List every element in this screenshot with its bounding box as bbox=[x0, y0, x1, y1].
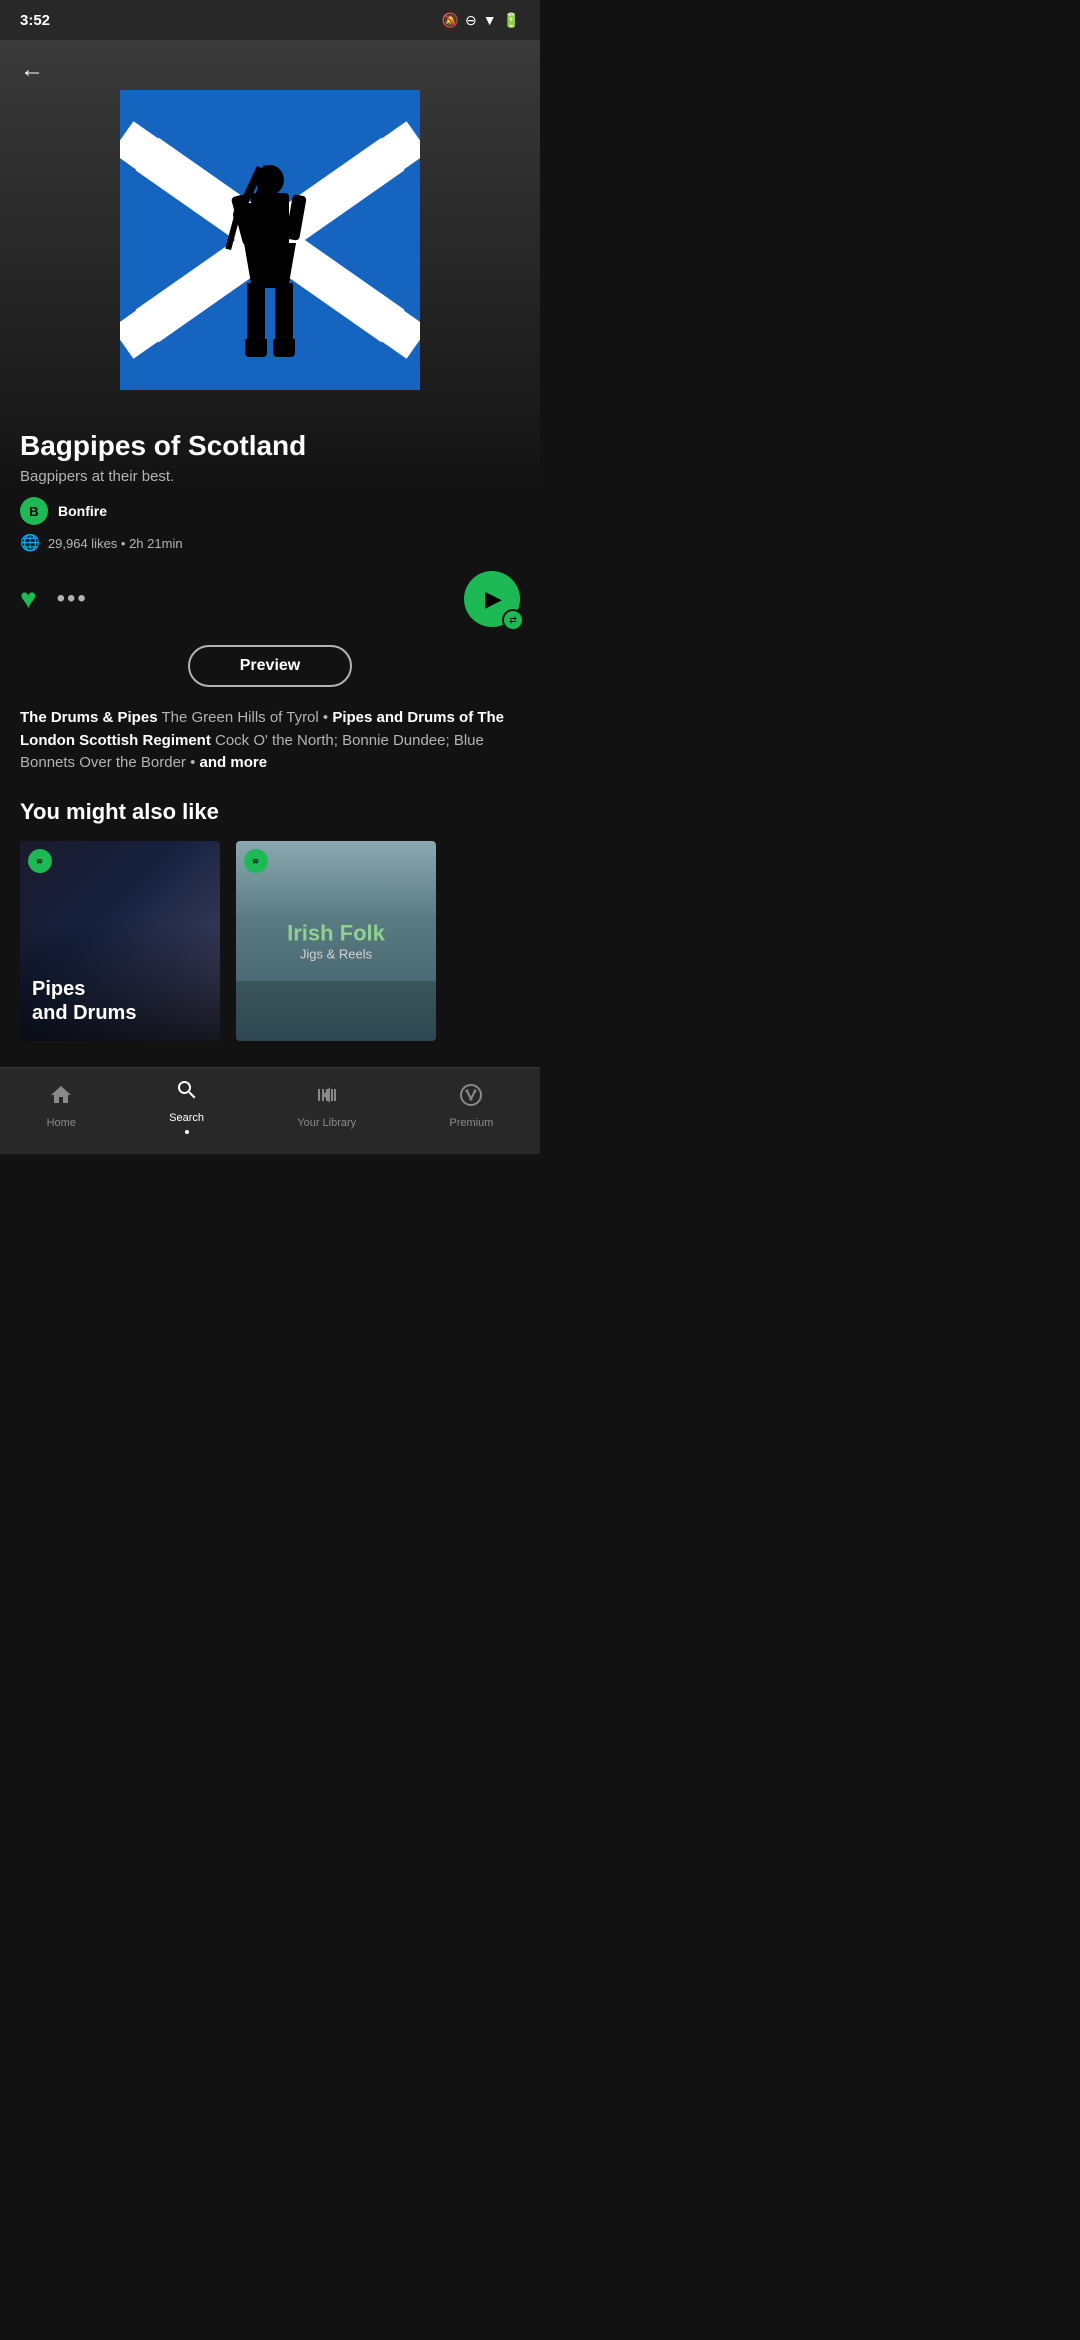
rec-card-pipes-drums[interactable]: Pipesand Drums bbox=[20, 841, 220, 1041]
back-button[interactable]: ← bbox=[20, 56, 44, 84]
piper-head bbox=[256, 165, 284, 195]
irish-folk-title: Irish Folk bbox=[287, 920, 385, 946]
track-highlight-1: The Drums & Pipes bbox=[20, 709, 158, 726]
nav-premium-label: Premium bbox=[449, 1117, 493, 1129]
piper-torso bbox=[251, 193, 289, 248]
piper-leg-right bbox=[275, 283, 293, 343]
main-content: Bagpipes of Scotland Bagpipers at their … bbox=[0, 410, 540, 1067]
piper-boot-left bbox=[245, 339, 267, 357]
pipes-label: Pipesand Drums bbox=[32, 977, 208, 1025]
actions-left: ♥ ••• bbox=[20, 585, 88, 613]
status-bar: 3:52 🔕 ⊖ ▼ 🔋 bbox=[0, 0, 540, 40]
battery-icon: 🔋 bbox=[503, 12, 520, 29]
like-button[interactable]: ♥ bbox=[20, 585, 37, 613]
premium-icon bbox=[459, 1083, 483, 1113]
irish-gradient bbox=[236, 981, 436, 1041]
playlist-subtitle: Bagpipers at their best. bbox=[20, 468, 520, 485]
creator-name: Bonfire bbox=[58, 503, 107, 519]
piper-boot-right bbox=[273, 339, 295, 357]
pipes-title-overlay: Pipesand Drums bbox=[32, 977, 208, 1025]
nav-home[interactable]: Home bbox=[47, 1083, 76, 1129]
play-shuffle-button[interactable]: ▶ ⇄ bbox=[464, 571, 520, 627]
preview-button[interactable]: Preview bbox=[188, 645, 352, 687]
home-icon bbox=[49, 1083, 73, 1113]
wifi-icon: ▼ bbox=[483, 12, 497, 28]
playlist-title: Bagpipes of Scotland bbox=[20, 430, 520, 462]
album-art-container bbox=[0, 40, 540, 410]
track-more-link[interactable]: and more bbox=[200, 754, 268, 771]
piper-silhouette bbox=[225, 165, 315, 375]
actions-row: ♥ ••• ▶ ⇄ bbox=[20, 571, 520, 627]
status-icons: 🔕 ⊖ ▼ 🔋 bbox=[442, 12, 520, 29]
status-time: 3:52 bbox=[20, 12, 50, 29]
play-icon: ▶ bbox=[485, 586, 502, 612]
shuffle-icon: ⇄ bbox=[509, 615, 517, 626]
nav-premium[interactable]: Premium bbox=[449, 1083, 493, 1129]
minus-circle-icon: ⊖ bbox=[465, 12, 477, 29]
preview-row: Preview bbox=[20, 645, 520, 687]
nav-library-label: Your Library bbox=[297, 1117, 356, 1129]
track-text-1: The Green Hills of Tyrol • bbox=[161, 709, 332, 726]
more-options-button[interactable]: ••• bbox=[57, 587, 88, 611]
rec-image-irish: Irish Folk Jigs & Reels bbox=[236, 841, 436, 1041]
piper-leg-left bbox=[247, 283, 265, 343]
rec-image-pipes: Pipesand Drums bbox=[20, 841, 220, 1041]
rec-card-irish-folk[interactable]: Irish Folk Jigs & Reels bbox=[236, 841, 436, 1041]
nav-search[interactable]: Search bbox=[169, 1078, 204, 1134]
library-icon bbox=[315, 1083, 339, 1113]
nav-home-label: Home bbox=[47, 1117, 76, 1129]
recommendations-list: Pipesand Drums Irish Folk Jigs & Ree bbox=[20, 841, 520, 1051]
album-art bbox=[120, 90, 420, 390]
bell-off-icon: 🔕 bbox=[442, 12, 459, 29]
creator-avatar: B bbox=[20, 497, 48, 525]
recommendations-title: You might also like bbox=[20, 799, 520, 825]
bottom-spacer bbox=[20, 1051, 520, 1067]
nav-search-label: Search bbox=[169, 1112, 204, 1124]
meta-text: 29,964 likes • 2h 21min bbox=[48, 536, 183, 551]
nav-search-indicator bbox=[185, 1130, 189, 1134]
shuffle-badge: ⇄ bbox=[502, 609, 524, 631]
irish-text-overlay: Irish Folk Jigs & Reels bbox=[287, 920, 385, 961]
track-description: The Drums & Pipes The Green Hills of Tyr… bbox=[20, 707, 520, 775]
nav-library[interactable]: Your Library bbox=[297, 1083, 356, 1129]
meta-row: 🌐 29,964 likes • 2h 21min bbox=[20, 533, 520, 553]
bottom-nav: Home Search Your Library bbox=[0, 1067, 540, 1154]
creator-row: B Bonfire bbox=[20, 497, 520, 525]
search-icon bbox=[175, 1078, 199, 1108]
irish-folk-subtitle: Jigs & Reels bbox=[287, 946, 385, 961]
spotify-logo-irish bbox=[244, 849, 268, 873]
content-area: Bagpipes of Scotland Bagpipers at their … bbox=[0, 410, 540, 1067]
globe-icon: 🌐 bbox=[20, 533, 40, 553]
piper-kilt bbox=[244, 243, 296, 288]
